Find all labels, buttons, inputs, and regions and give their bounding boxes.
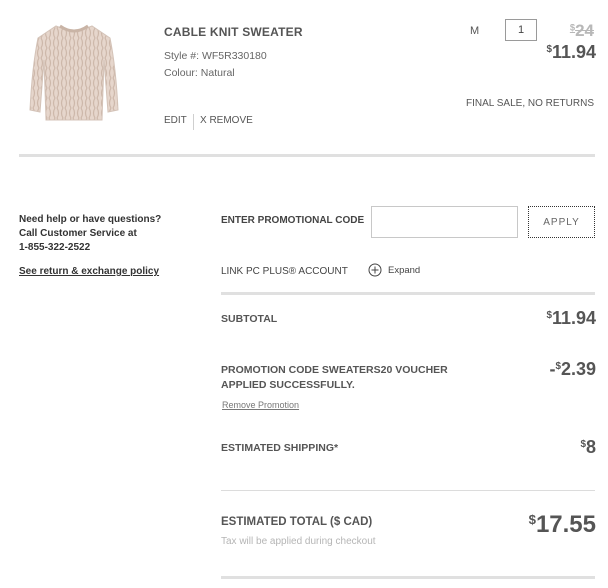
- plus-circle-icon: [368, 263, 382, 277]
- total-value: $17.55: [529, 511, 596, 539]
- section-divider: [19, 154, 595, 157]
- shipping-amount: 8: [585, 437, 596, 457]
- promotion-amount: 2.39: [560, 359, 596, 379]
- style-label: Style #:: [164, 50, 200, 62]
- promotion-line-2: APPLIED SUCCESSFULLY.: [221, 379, 355, 391]
- total-label: ESTIMATED TOTAL ($ CAD): [221, 516, 373, 528]
- tax-note: Tax will be applied during checkout: [221, 536, 376, 547]
- remove-button[interactable]: X REMOVE: [200, 115, 253, 126]
- sweater-image-icon: [29, 24, 119, 121]
- summary-divider: [221, 292, 595, 295]
- sale-price: $11.94: [546, 42, 596, 63]
- promotion-line-1: PROMOTION CODE SWEATERS20 VOUCHER: [221, 364, 448, 376]
- promotion-label: PROMOTION CODE SWEATERS20 VOUCHER APPLIE…: [221, 363, 448, 393]
- action-divider: [193, 114, 194, 130]
- help-phone[interactable]: 1-855-322-2522: [19, 241, 161, 255]
- subtotal-value: $11.94: [546, 308, 596, 329]
- colour: Colour: Natural: [164, 67, 235, 79]
- total-divider: [221, 490, 595, 491]
- style-value: WF5R330180: [201, 50, 267, 62]
- expand-label: Expand: [388, 264, 421, 276]
- promotion-value: -$2.39: [549, 359, 596, 380]
- promo-code-input[interactable]: [371, 206, 518, 238]
- original-price: $24: [570, 21, 594, 41]
- pc-plus-label: LINK PC PLUS® ACCOUNT: [221, 266, 348, 277]
- edit-button[interactable]: EDIT: [164, 115, 187, 126]
- colour-value: Natural: [200, 67, 235, 79]
- help-line-2: Call Customer Service at: [19, 228, 137, 239]
- shipping-label: ESTIMATED SHIPPING*: [221, 442, 339, 454]
- help-text: Need help or have questions? Call Custom…: [19, 213, 161, 255]
- expand-button[interactable]: Expand: [368, 263, 420, 277]
- bottom-divider: [221, 576, 595, 579]
- quantity-input[interactable]: [505, 19, 537, 41]
- original-price-value: 24: [575, 21, 594, 40]
- currency-symbol: $: [528, 512, 536, 528]
- product-name[interactable]: CABLE KNIT SWEATER: [164, 25, 303, 39]
- size-value: M: [470, 25, 480, 37]
- sale-price-value: 11.94: [551, 42, 596, 62]
- product-image[interactable]: [24, 18, 124, 128]
- return-policy-link[interactable]: See return & exchange policy: [19, 266, 159, 277]
- style-number: Style #: WF5R330180: [164, 50, 267, 62]
- apply-button[interactable]: APPLY: [528, 206, 595, 238]
- help-line-1: Need help or have questions?: [19, 214, 162, 225]
- total-amount: 17.55: [535, 511, 596, 538]
- subtotal-amount: 11.94: [551, 308, 596, 328]
- shipping-value: $8: [580, 437, 596, 458]
- colour-label: Colour:: [164, 67, 198, 79]
- final-sale-note: FINAL SALE, NO RETURNS: [466, 98, 594, 109]
- promo-code-label: ENTER PROMOTIONAL CODE: [221, 215, 365, 226]
- remove-promotion-link[interactable]: Remove Promotion: [222, 400, 299, 410]
- subtotal-label: SUBTOTAL: [221, 313, 278, 325]
